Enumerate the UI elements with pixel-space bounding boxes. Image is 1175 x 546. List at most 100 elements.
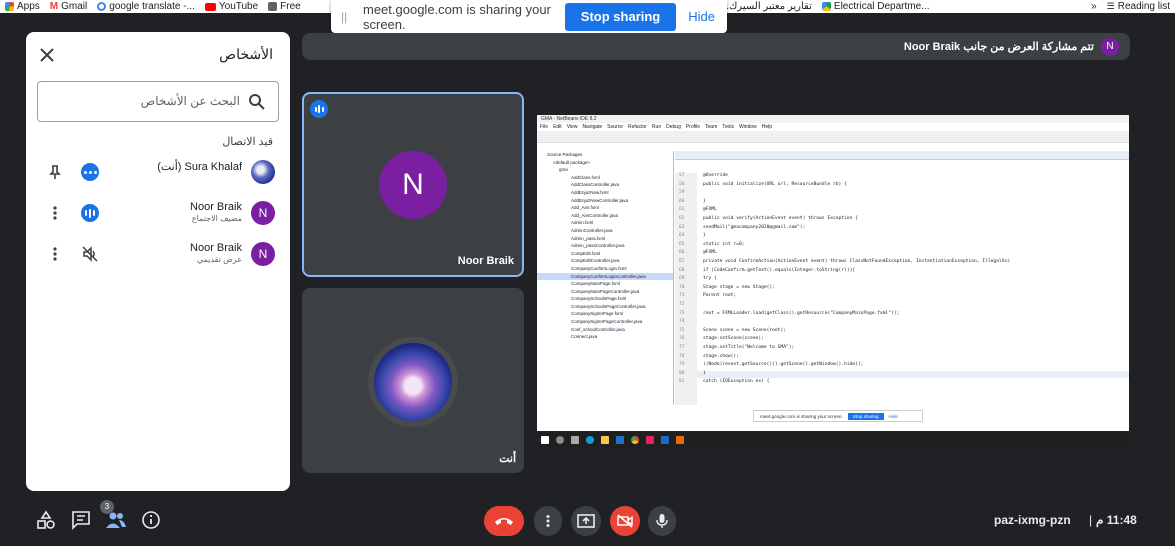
- ide-menu-item: Source: [607, 124, 624, 130]
- participant-row: N Noor Braik عرض تقديمي: [26, 239, 290, 271]
- more-options-button[interactable]: [534, 506, 562, 536]
- present-screen-button[interactable]: [571, 506, 601, 536]
- people-panel: الأشخاص البحث عن الأشخاص قيد الاتصال Sur…: [26, 32, 290, 491]
- line-number: 63: [679, 224, 685, 230]
- camera-toggle-button[interactable]: [610, 506, 640, 536]
- bookmark-electrical[interactable]: Electrical Departme...: [817, 1, 935, 12]
- inner-share-bar: meet.google.com is sharing your screen. …: [753, 410, 923, 422]
- bookmark-reports[interactable]: تقارير معتبر السيرك...: [716, 1, 817, 12]
- project-file: CompanyMainPageController.java: [571, 288, 640, 294]
- project-file: Admin_passController.java: [571, 243, 625, 249]
- chat-icon[interactable]: [70, 509, 92, 531]
- participant-role: مضيف الاجتماع: [191, 214, 242, 223]
- mic-toggle-button[interactable]: [648, 506, 676, 536]
- code-line: Parent root;: [703, 293, 737, 299]
- ide-menu-bar: File Edit View Navigate Source Refactor Run Deb…: [537, 123, 1129, 131]
- mic-icon: [656, 514, 668, 528]
- more-vert-icon[interactable]: [46, 204, 64, 222]
- drag-handle-icon[interactable]: ||: [341, 10, 355, 24]
- line-number: 76: [679, 336, 685, 342]
- line-number: 62: [679, 216, 685, 221]
- participant-tile-self[interactable]: أنت: [302, 288, 524, 473]
- avatar: N: [251, 201, 275, 225]
- stop-sharing-button[interactable]: Stop sharing: [564, 2, 677, 31]
- more-options-button[interactable]: [81, 163, 99, 181]
- bookmark-google-translate[interactable]: google translate -...: [92, 1, 200, 12]
- project-file: Admin.fxml: [571, 220, 594, 226]
- more-vert-icon[interactable]: [46, 245, 64, 263]
- inner-share-message: meet.google.com is sharing your screen.: [760, 413, 843, 419]
- info-icon[interactable]: [140, 509, 162, 531]
- reading-list[interactable]: ☰ Reading list: [1102, 1, 1175, 12]
- participant-name: Noor Braik: [190, 242, 242, 254]
- search-icon: [556, 436, 564, 444]
- search-placeholder: البحث عن الأشخاص: [140, 94, 240, 108]
- code-line: @FXML: [703, 207, 717, 213]
- bottom-separator: |: [1089, 513, 1093, 527]
- line-number: 80: [679, 370, 685, 376]
- pin-icon[interactable]: [46, 163, 64, 181]
- bookmark-gmail[interactable]: M Gmail: [45, 1, 92, 12]
- project-file: AddEnjazNew.fxml: [571, 189, 609, 195]
- windows-start-icon: [541, 436, 549, 444]
- in-call-section-label: قيد الاتصال: [222, 136, 273, 148]
- code-line: try {: [703, 276, 717, 282]
- editor-tabs: [675, 151, 1129, 160]
- project-file: Connect.java: [571, 334, 598, 340]
- project-file: Admin_pass.fxml: [571, 235, 606, 241]
- presenting-banner: تتم مشاركة العرض من جانب Noor Braik N: [302, 33, 1130, 60]
- participant-tile-noor[interactable]: N Noor Braik: [302, 92, 524, 277]
- project-tree: Source Packages <default package> gma AddCl…: [537, 151, 674, 405]
- ide-menu-item: Navigate: [582, 124, 603, 130]
- activities-icon[interactable]: [35, 509, 57, 531]
- bookmark-apps[interactable]: Apps: [0, 1, 45, 12]
- self-avatar: [374, 343, 452, 421]
- code-line: public void verify(ActionEvent event) th…: [703, 216, 858, 221]
- project-file: CompanyMainPage.fxml: [571, 281, 621, 287]
- code-line: Stage stage = new Stage();: [703, 284, 775, 290]
- code-line: catch (IOException ex) {: [703, 379, 770, 385]
- line-number: 66: [679, 250, 685, 256]
- project-file: CompEdit.fxml: [571, 250, 601, 256]
- code-line: root = FXMLLoader.load(getClass().getRes…: [703, 310, 900, 316]
- code-line: stage.setScene(scene);: [703, 336, 764, 342]
- task-view-icon: [571, 436, 579, 444]
- videocam-off-icon: [617, 514, 633, 528]
- presenter-avatar: N: [1101, 38, 1119, 56]
- hide-button[interactable]: Hide: [676, 9, 727, 24]
- drive-icon: [821, 2, 831, 11]
- project-file: CompanySchoolsPageController.java: [571, 303, 646, 309]
- line-number: 67: [679, 259, 685, 264]
- close-icon[interactable]: [37, 45, 57, 65]
- participant-row: N Noor Braik مضيف الاجتماع: [26, 198, 290, 230]
- ide-menu-item: View: [566, 124, 578, 130]
- ide-menu-item: Window: [738, 124, 757, 130]
- bookmark-youtube[interactable]: YouTube: [200, 1, 263, 12]
- code-line: Scene scene = new Scene(root);: [703, 327, 786, 333]
- tile-name: Noor Braik: [457, 255, 514, 267]
- line-number: 58: [679, 181, 685, 187]
- edge-icon: [586, 436, 594, 444]
- line-number: 64: [679, 233, 685, 239]
- bookmark-free[interactable]: Free: [263, 1, 306, 12]
- line-number: 78: [679, 353, 685, 359]
- line-number: 72: [679, 302, 685, 307]
- project-file: AddEnjazNewController.java: [571, 197, 629, 203]
- project-file: gma: [559, 167, 568, 173]
- ide-menu-item: Team: [705, 124, 718, 130]
- line-number: 74: [679, 319, 685, 325]
- code-line: }: [703, 198, 706, 204]
- share-message: meet.google.com is sharing your screen.: [363, 1, 551, 32]
- leave-call-button[interactable]: [484, 506, 524, 536]
- bookmarks-overflow[interactable]: »: [1086, 1, 1102, 12]
- search-icon: [249, 94, 265, 110]
- search-input[interactable]: البحث عن الأشخاص: [37, 81, 279, 122]
- bookmark-icon: [268, 2, 278, 11]
- call-end-icon: [495, 518, 513, 525]
- meeting-code: paz-ixmg-pzn: [994, 513, 1071, 527]
- line-number: 60: [679, 198, 685, 204]
- participants-count-badge: 3: [100, 500, 114, 514]
- reading-list-icon: ☰: [1106, 1, 1115, 11]
- ide-menu-item: Edit: [553, 124, 562, 130]
- line-number: 81: [679, 379, 685, 385]
